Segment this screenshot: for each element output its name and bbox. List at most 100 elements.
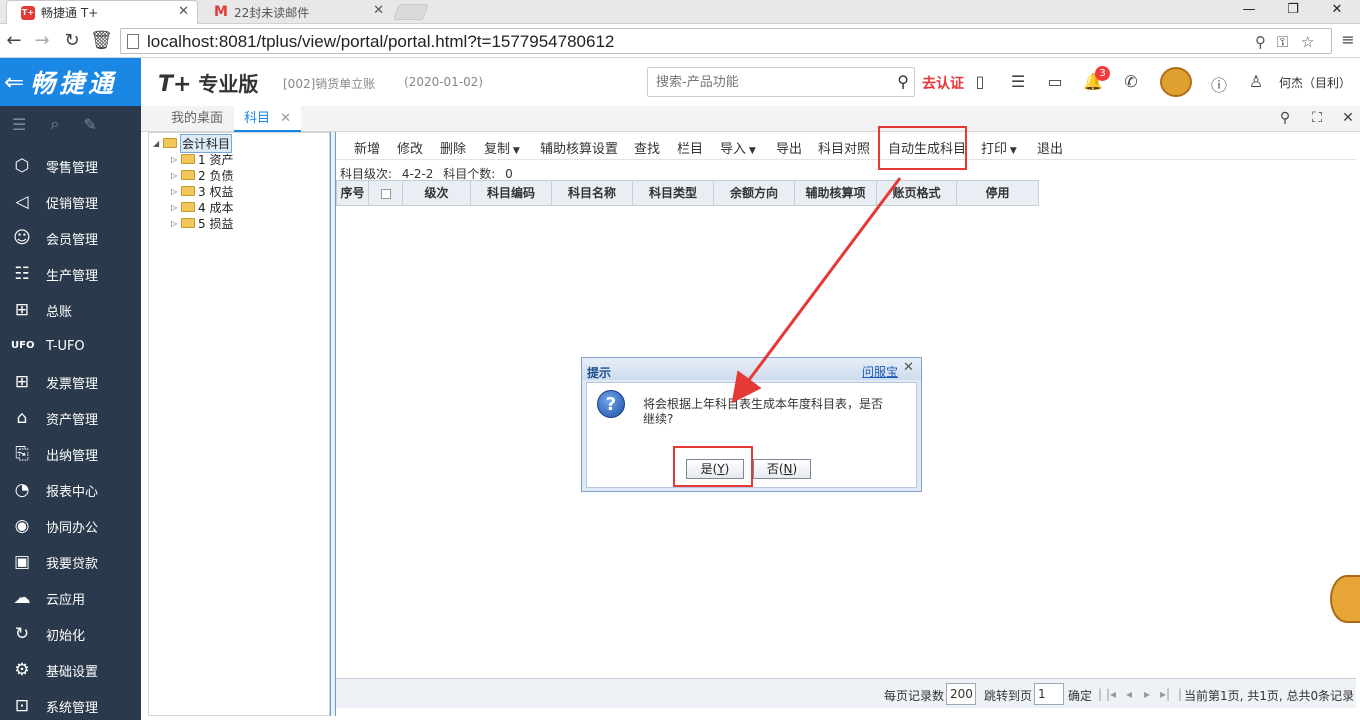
mascot-widget[interactable] xyxy=(1330,575,1360,623)
jump-page-input[interactable]: 1 xyxy=(1034,683,1064,705)
reload-icon[interactable]: ↻ xyxy=(62,30,82,51)
column-header[interactable]: 停用 xyxy=(957,181,1038,205)
collapse-icon[interactable]: ◢ xyxy=(153,139,163,148)
exit-button[interactable]: 退出 xyxy=(1037,138,1063,157)
close-tab-icon[interactable]: ✕ xyxy=(373,3,384,18)
column-header[interactable]: 余额方向 xyxy=(714,181,795,205)
user-name[interactable]: 何杰（目利） xyxy=(1279,74,1351,91)
import-dropdown[interactable]: 导入 ▼ xyxy=(720,138,756,157)
fullscreen-icon[interactable]: ⛶ xyxy=(1307,110,1327,126)
expand-icon[interactable]: ▷ xyxy=(171,171,181,180)
first-page-icon[interactable]: |◂ xyxy=(1106,687,1116,701)
column-header[interactable]: 科目编码 xyxy=(471,181,552,205)
edit-icon[interactable]: ✎ xyxy=(83,115,96,134)
sidebar-item-member[interactable]: ☺ 会员管理 xyxy=(0,220,141,256)
trash-icon[interactable]: 🗑 xyxy=(90,30,113,51)
zoom-icon[interactable]: ⚲ xyxy=(1255,33,1266,51)
brand-logo[interactable]: ⇐ 畅捷通 xyxy=(0,58,141,106)
tree-node[interactable]: ▷ 2 负债 xyxy=(171,167,233,183)
search-input[interactable] xyxy=(648,68,878,96)
close-tab-icon[interactable]: ✕ xyxy=(280,111,291,126)
tree-node[interactable]: ▷ 3 权益 xyxy=(171,183,233,199)
help-icon[interactable]: ⓘ xyxy=(1209,72,1229,96)
restore-icon[interactable]: ❐ xyxy=(1270,2,1316,17)
close-window-icon[interactable]: ✕ xyxy=(1314,2,1360,17)
sidebar-item-init[interactable]: ↻ 初始化 xyxy=(0,616,141,652)
copy-dropdown[interactable]: 复制 ▼ xyxy=(484,138,520,157)
sidebar-item-production[interactable]: ☷ 生产管理 xyxy=(0,256,141,292)
sidebar-item-collab[interactable]: ◉ 协同办公 xyxy=(0,508,141,544)
sidebar-item-ledger[interactable]: ⊞ 总账 xyxy=(0,292,141,328)
close-tab-icon[interactable]: ✕ xyxy=(178,4,189,19)
url-field[interactable]: localhost:8081/tplus/view/portal/portal.… xyxy=(120,28,1332,54)
column-header[interactable]: 序号 xyxy=(337,181,369,205)
sidebar-item-asset[interactable]: ⌂ 资产管理 xyxy=(0,400,141,436)
column-header[interactable]: 级次 xyxy=(403,181,471,205)
minimize-icon[interactable]: — xyxy=(1226,2,1272,17)
prev-page-icon[interactable]: ◂ xyxy=(1126,687,1132,701)
browser-menu-icon[interactable]: ≡ xyxy=(1338,30,1358,49)
calculator-icon[interactable]: ▯ xyxy=(970,72,990,91)
export-button[interactable]: 导出 xyxy=(776,138,802,157)
back-icon[interactable]: ← xyxy=(4,30,24,51)
tree-node[interactable]: ▷ 5 损益 xyxy=(171,215,233,231)
column-header[interactable]: 账页格式 xyxy=(877,181,957,205)
message-icon[interactable]: ▭ xyxy=(1045,72,1065,91)
columns-button[interactable]: 栏目 xyxy=(677,138,703,157)
per-page-input[interactable]: 200 xyxy=(946,683,976,705)
tab-accounts[interactable]: 科目 ✕ xyxy=(234,106,302,132)
search-doc-icon[interactable]: ⌕ xyxy=(50,114,59,134)
mascot-avatar[interactable] xyxy=(1160,67,1192,97)
tree-node[interactable]: ▷ 4 成本 xyxy=(171,199,233,215)
sidebar-item-basic-settings[interactable]: ⚙ 基础设置 xyxy=(0,652,141,688)
menu-icon[interactable]: ☰ xyxy=(12,115,26,134)
bookmark-star-icon[interactable]: ☆ xyxy=(1301,33,1314,51)
expand-icon[interactable]: ▷ xyxy=(171,203,181,212)
sidebar-item-promotion[interactable]: ◁ 促销管理 xyxy=(0,184,141,220)
browser-tab-tplus[interactable]: T+ 畅捷通 T+ ✕ xyxy=(6,0,198,24)
confirm-button[interactable]: 确定 xyxy=(1068,687,1092,704)
key-icon[interactable]: ⚿ xyxy=(1277,33,1288,51)
new-tab-button[interactable] xyxy=(393,4,429,20)
dialog-title-bar[interactable]: 提示 问服宝 ✕ xyxy=(582,358,921,380)
certify-link[interactable]: 去认证 xyxy=(922,73,964,93)
tab-my-desktop[interactable]: 我的桌面 xyxy=(161,106,233,132)
find-button[interactable]: 查找 xyxy=(634,138,660,157)
sidebar-item-loan[interactable]: ▣ 我要贷款 xyxy=(0,544,141,580)
sidebar-item-report[interactable]: ◔ 报表中心 xyxy=(0,472,141,508)
account-mapping-button[interactable]: 科目对照 xyxy=(818,138,870,157)
column-header[interactable]: 科目名称 xyxy=(552,181,633,205)
delete-button[interactable]: 删除 xyxy=(440,138,466,157)
browser-tab-mail[interactable]: M 22封未读邮件 ✕ xyxy=(200,0,392,24)
task-list-icon[interactable]: ☰ xyxy=(1008,72,1028,91)
aux-settings-button[interactable]: 辅助核算设置 xyxy=(540,138,618,157)
sidebar-item-cloud[interactable]: ☁ 云应用 xyxy=(0,580,141,616)
expand-icon[interactable]: ▷ xyxy=(171,155,181,164)
search-icon[interactable]: ⚲ xyxy=(897,72,909,91)
close-icon[interactable]: ✕ xyxy=(903,360,914,375)
sidebar-item-retail[interactable]: ⬡ 零售管理 xyxy=(0,148,141,184)
forward-icon[interactable]: → xyxy=(32,30,52,51)
add-button[interactable]: 新增 xyxy=(354,138,380,157)
tree-root[interactable]: ◢ 会计科目 xyxy=(153,133,233,153)
search-icon[interactable]: ⚲ xyxy=(1275,110,1295,126)
sidebar-item-invoice[interactable]: ⊞ 发票管理 xyxy=(0,364,141,400)
help-link[interactable]: 问服宝 xyxy=(862,363,898,380)
sidebar-item-tufo[interactable]: UFO T-UFO xyxy=(0,328,141,364)
phone-icon[interactable]: ✆ xyxy=(1121,72,1141,91)
select-all-checkbox[interactable] xyxy=(369,181,403,205)
expand-icon[interactable]: ▷ xyxy=(171,187,181,196)
edit-button[interactable]: 修改 xyxy=(397,138,423,157)
function-search[interactable]: ⚲ xyxy=(647,67,915,97)
print-dropdown[interactable]: 打印 ▼ xyxy=(981,138,1017,157)
user-icon[interactable]: ♙ xyxy=(1246,72,1266,91)
sidebar-item-cashier[interactable]: ⎘ 出纳管理 xyxy=(0,436,141,472)
last-page-icon[interactable]: ▸| xyxy=(1160,687,1170,701)
no-button[interactable]: 否(N) xyxy=(753,459,811,479)
next-page-icon[interactable]: ▸ xyxy=(1144,687,1150,701)
column-header[interactable]: 辅助核算项 xyxy=(795,181,877,205)
column-header[interactable]: 科目类型 xyxy=(633,181,714,205)
close-icon[interactable]: ✕ xyxy=(1338,110,1358,126)
sidebar-item-system[interactable]: ⊡ 系统管理 xyxy=(0,688,141,724)
tree-node[interactable]: ▷ 1 资产 xyxy=(171,151,233,167)
